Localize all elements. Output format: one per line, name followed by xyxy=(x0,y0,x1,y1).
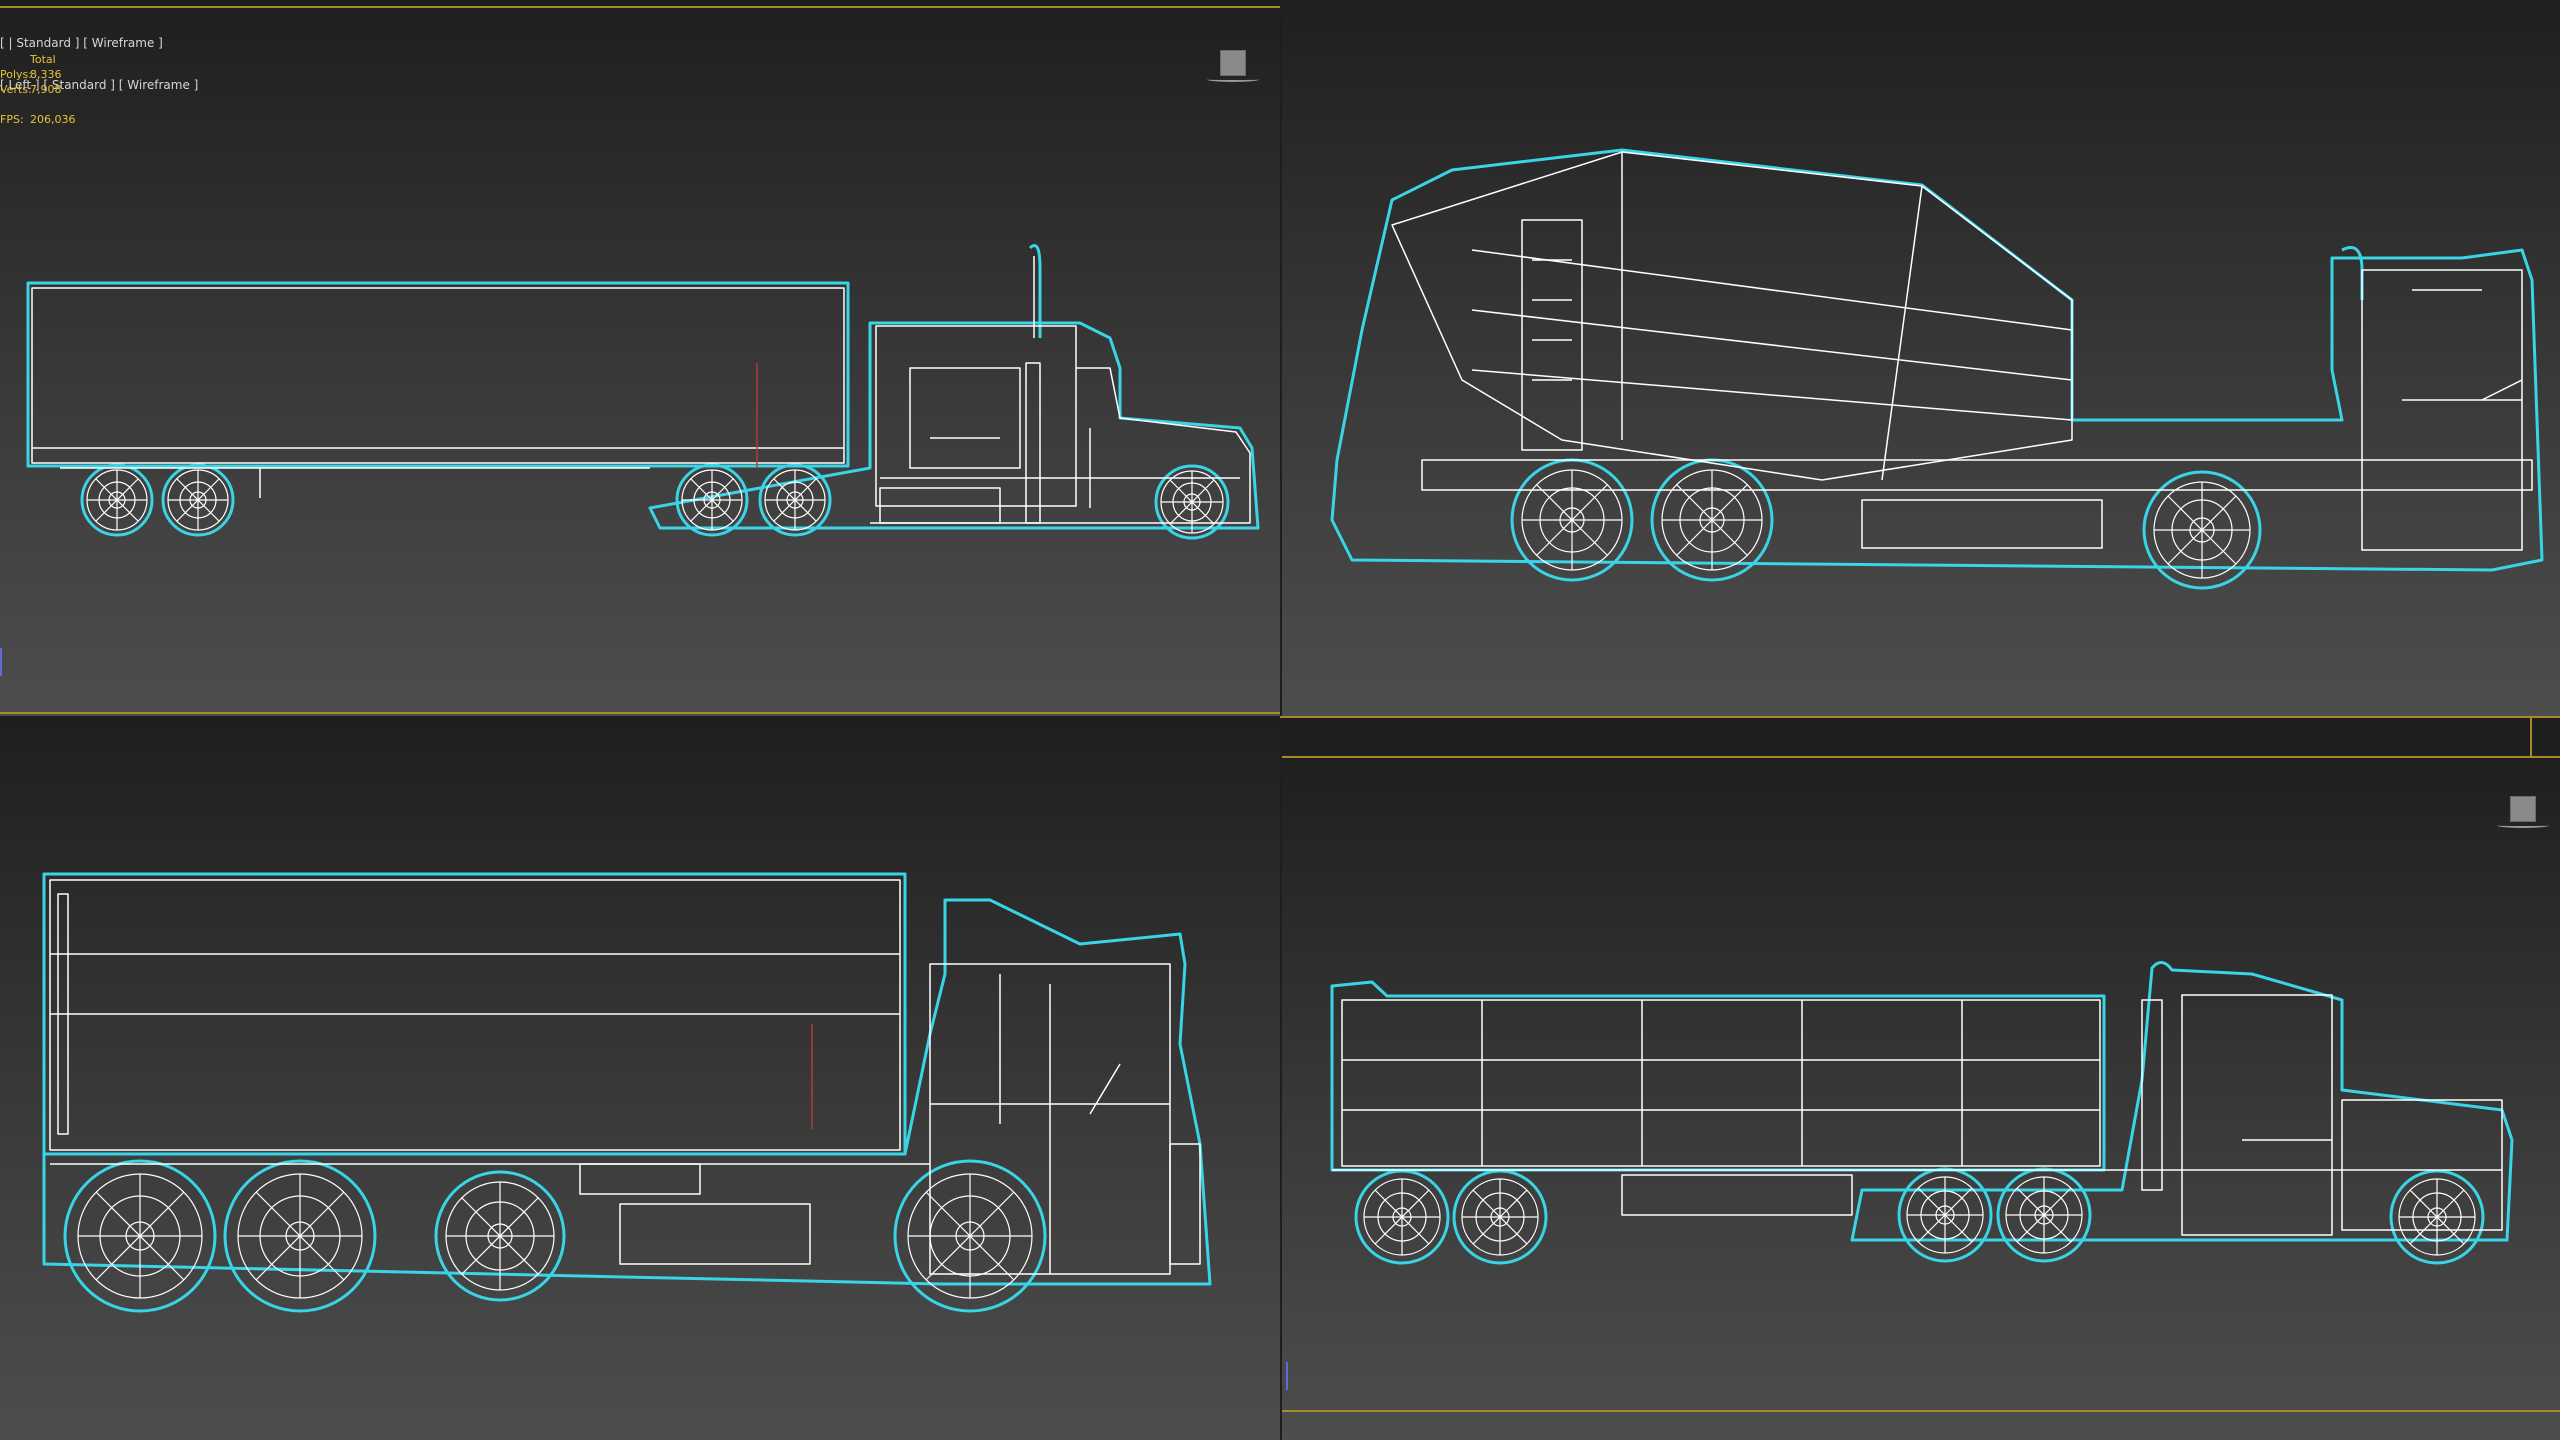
viewport-bottom-right[interactable] xyxy=(1282,760,2560,1440)
verts-key: Verts: xyxy=(0,83,32,96)
verts-value: 7,908 xyxy=(30,83,62,96)
viewport-border xyxy=(1282,756,2560,758)
concrete-mixer-truck-wireframe xyxy=(1330,148,2544,590)
viewcube-icon[interactable] xyxy=(2497,796,2549,828)
axis-gizmo-icon xyxy=(0,648,2,676)
fps-value: 206,036 xyxy=(30,113,76,126)
viewport-border xyxy=(1282,1410,2560,1412)
viewcube-icon[interactable] xyxy=(1207,50,1259,82)
tanker-semi-truck-wireframe xyxy=(1330,961,2514,1265)
viewport-top-right[interactable] xyxy=(1282,0,2560,716)
polys-key: Polys: xyxy=(0,68,32,81)
axis-gizmo-icon xyxy=(1286,1362,1288,1390)
stats-overlay: Total Polys: 8,336 Verts: 7,908 FPS: 206,03… xyxy=(0,52,76,127)
polys-value: 8,336 xyxy=(30,68,62,81)
viewport-divider[interactable] xyxy=(2530,716,2532,756)
viewport-top-left[interactable]: [ | Standard ] [ Wireframe ] [ Left ] [ … xyxy=(0,8,1280,716)
fps-key: FPS: xyxy=(0,113,24,126)
viewport-border xyxy=(0,712,1280,714)
box-truck-wireframe xyxy=(42,872,1212,1313)
stats-header: Total xyxy=(30,53,56,66)
viewport-border xyxy=(1280,716,2560,718)
viewport-border xyxy=(0,6,1280,8)
viewport-bottom-left[interactable] xyxy=(0,724,1280,1440)
